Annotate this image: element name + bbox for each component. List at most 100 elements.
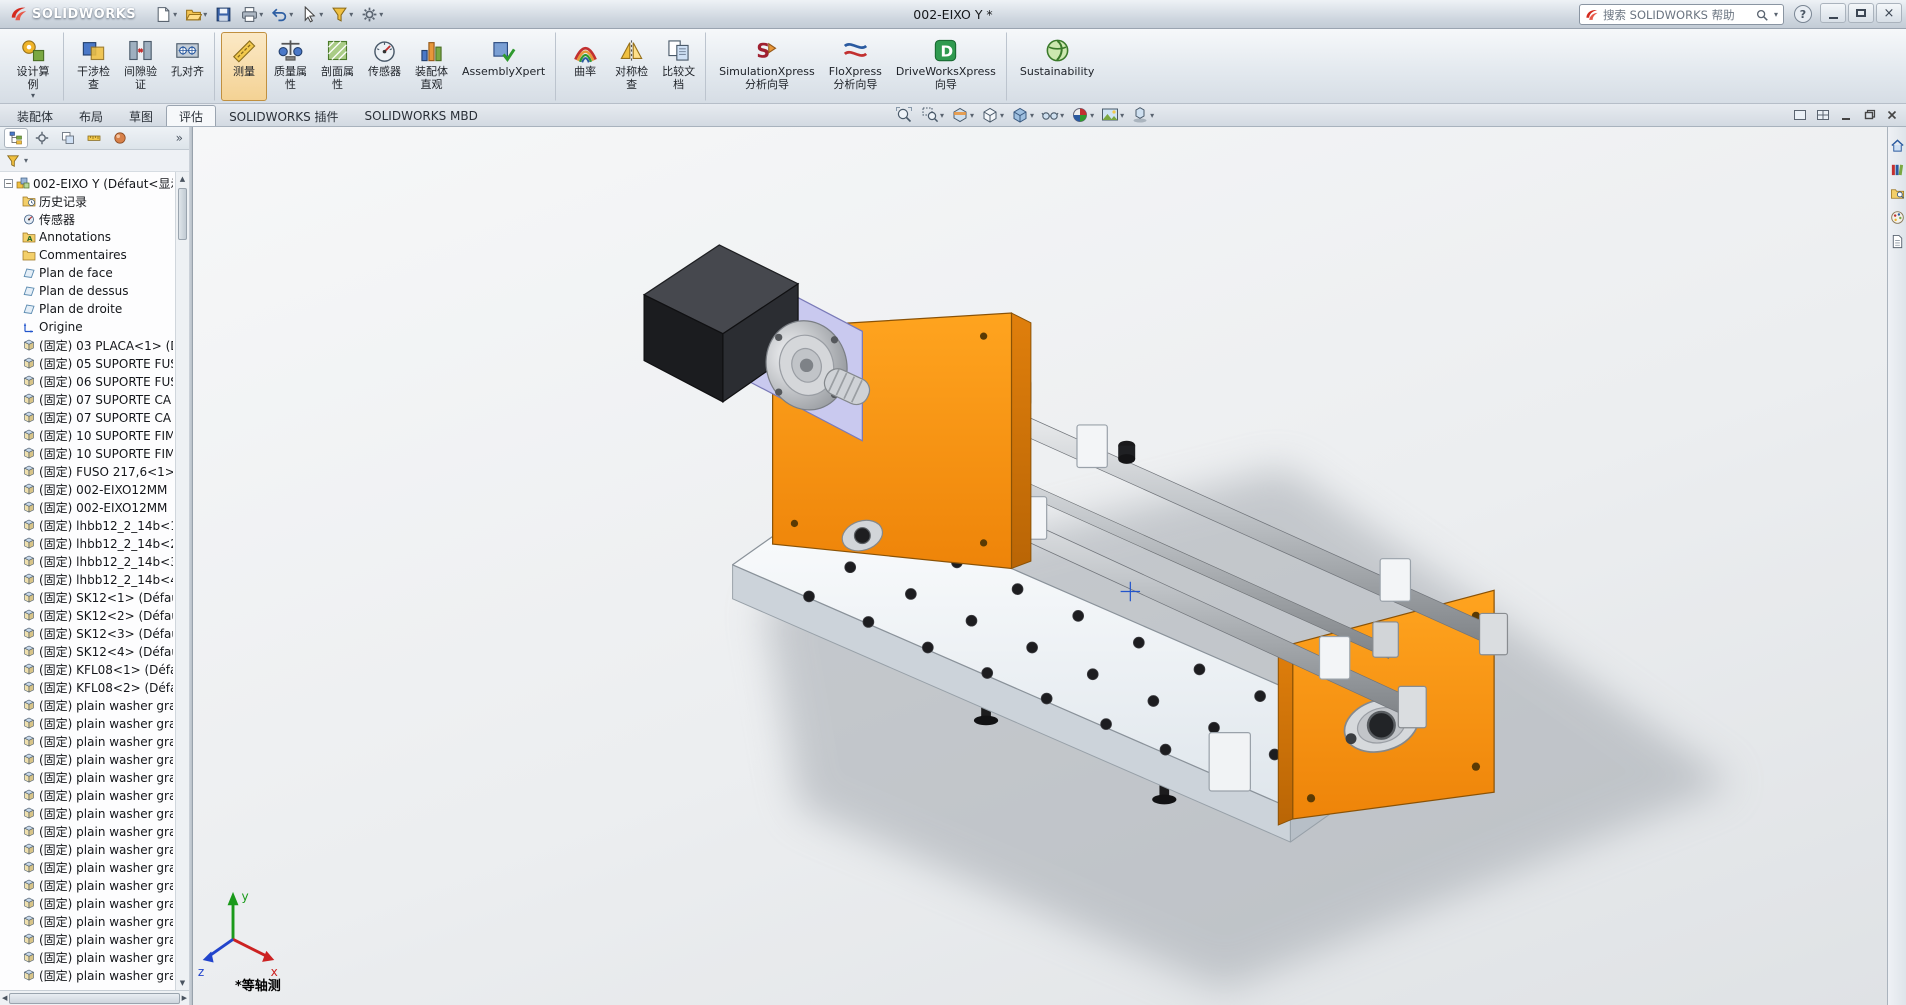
tree-item[interactable]: Origine — [0, 318, 189, 336]
filter-icon[interactable] — [6, 154, 20, 168]
scroll-left-icon[interactable]: ◀ — [2, 992, 7, 1004]
tree-item[interactable]: (固定) 03 PLACA<1> (D — [0, 336, 189, 354]
ribbon-button[interactable]: 间隙验 证 ▾ — [117, 32, 164, 101]
commandmanager-tab[interactable]: SOLIDWORKS 插件 — [216, 105, 351, 126]
taskpane-button[interactable] — [1889, 185, 1906, 202]
tree-item[interactable]: (固定) plain washer gra — [0, 912, 189, 930]
ribbon-button[interactable]: 测量 ▾ — [221, 32, 267, 101]
ribbon-button[interactable]: 干涉检 查 ▾ — [70, 32, 117, 101]
hud-button[interactable]: ▾ — [1099, 105, 1126, 125]
search-dropdown-icon[interactable]: ▾ — [1774, 10, 1778, 19]
ribbon-button[interactable]: FloXpress 分析向导 ▾ — [822, 32, 889, 101]
panel-tab[interactable] — [56, 128, 80, 148]
hud-button[interactable]: ▾ — [1129, 105, 1156, 125]
hud-button[interactable]: ▾ — [979, 105, 1006, 125]
tree-item[interactable]: (固定) 07 SUPORTE CA — [0, 390, 189, 408]
collapse-expander-icon[interactable]: − — [4, 179, 13, 188]
ribbon-button[interactable]: Sustainability ▾ — [1013, 32, 1101, 101]
doc-window-button[interactable] — [1859, 106, 1879, 124]
tree-item[interactable]: 历史记录 — [0, 192, 189, 210]
tree-item[interactable]: (固定) 05 SUPORTE FUS — [0, 354, 189, 372]
tree-item[interactable]: (固定) SK12<2> (Défau — [0, 606, 189, 624]
tree-item[interactable]: (固定) plain washer gra — [0, 696, 189, 714]
tree-item[interactable]: (固定) plain washer gra — [0, 840, 189, 858]
hud-button[interactable] — [893, 105, 916, 125]
maximize-button[interactable] — [1848, 3, 1874, 23]
qat-button[interactable]: ▾ — [238, 3, 266, 25]
scroll-down-icon[interactable]: ▼ — [180, 977, 185, 989]
doc-window-button[interactable] — [1882, 106, 1902, 124]
commandmanager-tab[interactable]: 草图 — [116, 105, 166, 126]
commandmanager-tab[interactable]: 布局 — [66, 105, 116, 126]
tree-item[interactable]: (固定) SK12<4> (Défau — [0, 642, 189, 660]
tree-item[interactable]: (固定) plain washer gra — [0, 966, 189, 984]
panel-tab[interactable] — [108, 128, 132, 148]
panel-tab[interactable] — [82, 128, 106, 148]
qat-button[interactable]: ▾ — [298, 3, 326, 25]
panel-tab[interactable] — [4, 128, 28, 148]
qat-button[interactable] — [212, 3, 236, 25]
doc-window-button[interactable] — [1813, 106, 1833, 124]
tree-item[interactable]: Plan de dessus — [0, 282, 189, 300]
tree-item[interactable]: (固定) plain washer gra — [0, 714, 189, 732]
help-button[interactable]: ? — [1794, 5, 1812, 23]
tree-item[interactable]: (固定) plain washer gra — [0, 786, 189, 804]
ribbon-button[interactable]: 传感器 ▾ — [361, 32, 408, 101]
tree-item[interactable]: (固定) FUSO 217,6<1> — [0, 462, 189, 480]
ribbon-button[interactable]: 设计算 例 ▾ — [6, 32, 64, 101]
tree-vertical-scrollbar[interactable]: ▲ ▼ — [175, 172, 189, 990]
tree-item[interactable]: Annotations — [0, 228, 189, 246]
tree-item[interactable]: (固定) plain washer gra — [0, 858, 189, 876]
tree-item[interactable]: (固定) plain washer gra — [0, 750, 189, 768]
tree-item[interactable]: (固定) lhbb12_2_14b<2 — [0, 534, 189, 552]
tree-item[interactable]: (固定) KFL08<2> (Défa — [0, 678, 189, 696]
taskpane-button[interactable] — [1889, 233, 1906, 250]
tree-item[interactable]: (固定) lhbb12_2_14b<3 — [0, 552, 189, 570]
tree-item[interactable]: (固定) lhbb12_2_14b<1 — [0, 516, 189, 534]
search-icon[interactable] — [1755, 8, 1769, 22]
tree-item[interactable]: (固定) plain washer gra — [0, 804, 189, 822]
tree-root-item[interactable]: − 002-EIXO Y (Défaut<显示 — [0, 174, 189, 192]
hud-button[interactable]: ▾ — [949, 105, 976, 125]
search-input[interactable] — [1603, 8, 1751, 22]
doc-window-button[interactable] — [1836, 106, 1856, 124]
tree-item[interactable]: (固定) plain washer gra — [0, 894, 189, 912]
qat-button[interactable]: ▾ — [268, 3, 296, 25]
ribbon-button[interactable]: 比较文 档 ▾ — [655, 32, 706, 101]
ribbon-button[interactable]: SimulationXpress 分析向导 ▾ — [712, 32, 822, 101]
tree-item[interactable]: (固定) 10 SUPORTE FIM — [0, 444, 189, 462]
ribbon-button[interactable]: 对称检 查 ▾ — [608, 32, 655, 101]
ribbon-button[interactable]: 剖面属 性 ▾ — [314, 32, 361, 101]
tree-item[interactable]: (固定) 06 SUPORTE FUS — [0, 372, 189, 390]
hud-button[interactable]: ▾ — [1039, 105, 1066, 125]
hud-button[interactable]: ▾ — [1069, 105, 1096, 125]
tree-item[interactable]: (固定) plain washer gra — [0, 930, 189, 948]
tree-item[interactable]: (固定) plain washer gra — [0, 822, 189, 840]
tree-item[interactable]: 传感器 — [0, 210, 189, 228]
tree-item[interactable]: (固定) SK12<3> (Défau — [0, 624, 189, 642]
ribbon-button[interactable]: AssemblyXpert ▾ — [455, 32, 556, 101]
tree-item[interactable]: (固定) lhbb12_2_14b<4 — [0, 570, 189, 588]
tree-item[interactable]: Plan de face — [0, 264, 189, 282]
tree-item[interactable]: (固定) 002-EIXO12MM — [0, 498, 189, 516]
qat-button[interactable]: ▾ — [152, 3, 180, 25]
tree-horizontal-scrollbar[interactable]: ◀ ▶ — [0, 990, 189, 1005]
qat-button[interactable]: ▾ — [358, 3, 386, 25]
tree-item[interactable]: (固定) SK12<1> (Défau — [0, 588, 189, 606]
filter-dropdown-icon[interactable]: ▾ — [24, 156, 28, 165]
tree-item[interactable]: (固定) KFL08<1> (Défa — [0, 660, 189, 678]
tree-item[interactable]: (固定) plain washer gra — [0, 768, 189, 786]
ribbon-button[interactable]: 装配体 直观 ▾ — [408, 32, 455, 101]
tree-item[interactable]: (固定) 002-EIXO12MM — [0, 480, 189, 498]
ribbon-button[interactable]: 质量属 性 ▾ — [267, 32, 314, 101]
commandmanager-tab[interactable]: SOLIDWORKS MBD — [352, 105, 491, 126]
taskpane-button[interactable] — [1889, 209, 1906, 226]
scroll-right-icon[interactable]: ▶ — [182, 992, 187, 1004]
commandmanager-tab[interactable]: 评估 — [166, 105, 216, 126]
tree-item[interactable]: Plan de droite — [0, 300, 189, 318]
minimize-button[interactable] — [1820, 3, 1846, 23]
doc-window-button[interactable] — [1790, 106, 1810, 124]
help-search-box[interactable]: ▾ — [1579, 4, 1784, 25]
tree-item[interactable]: (固定) plain washer gra — [0, 732, 189, 750]
taskpane-button[interactable] — [1889, 161, 1906, 178]
